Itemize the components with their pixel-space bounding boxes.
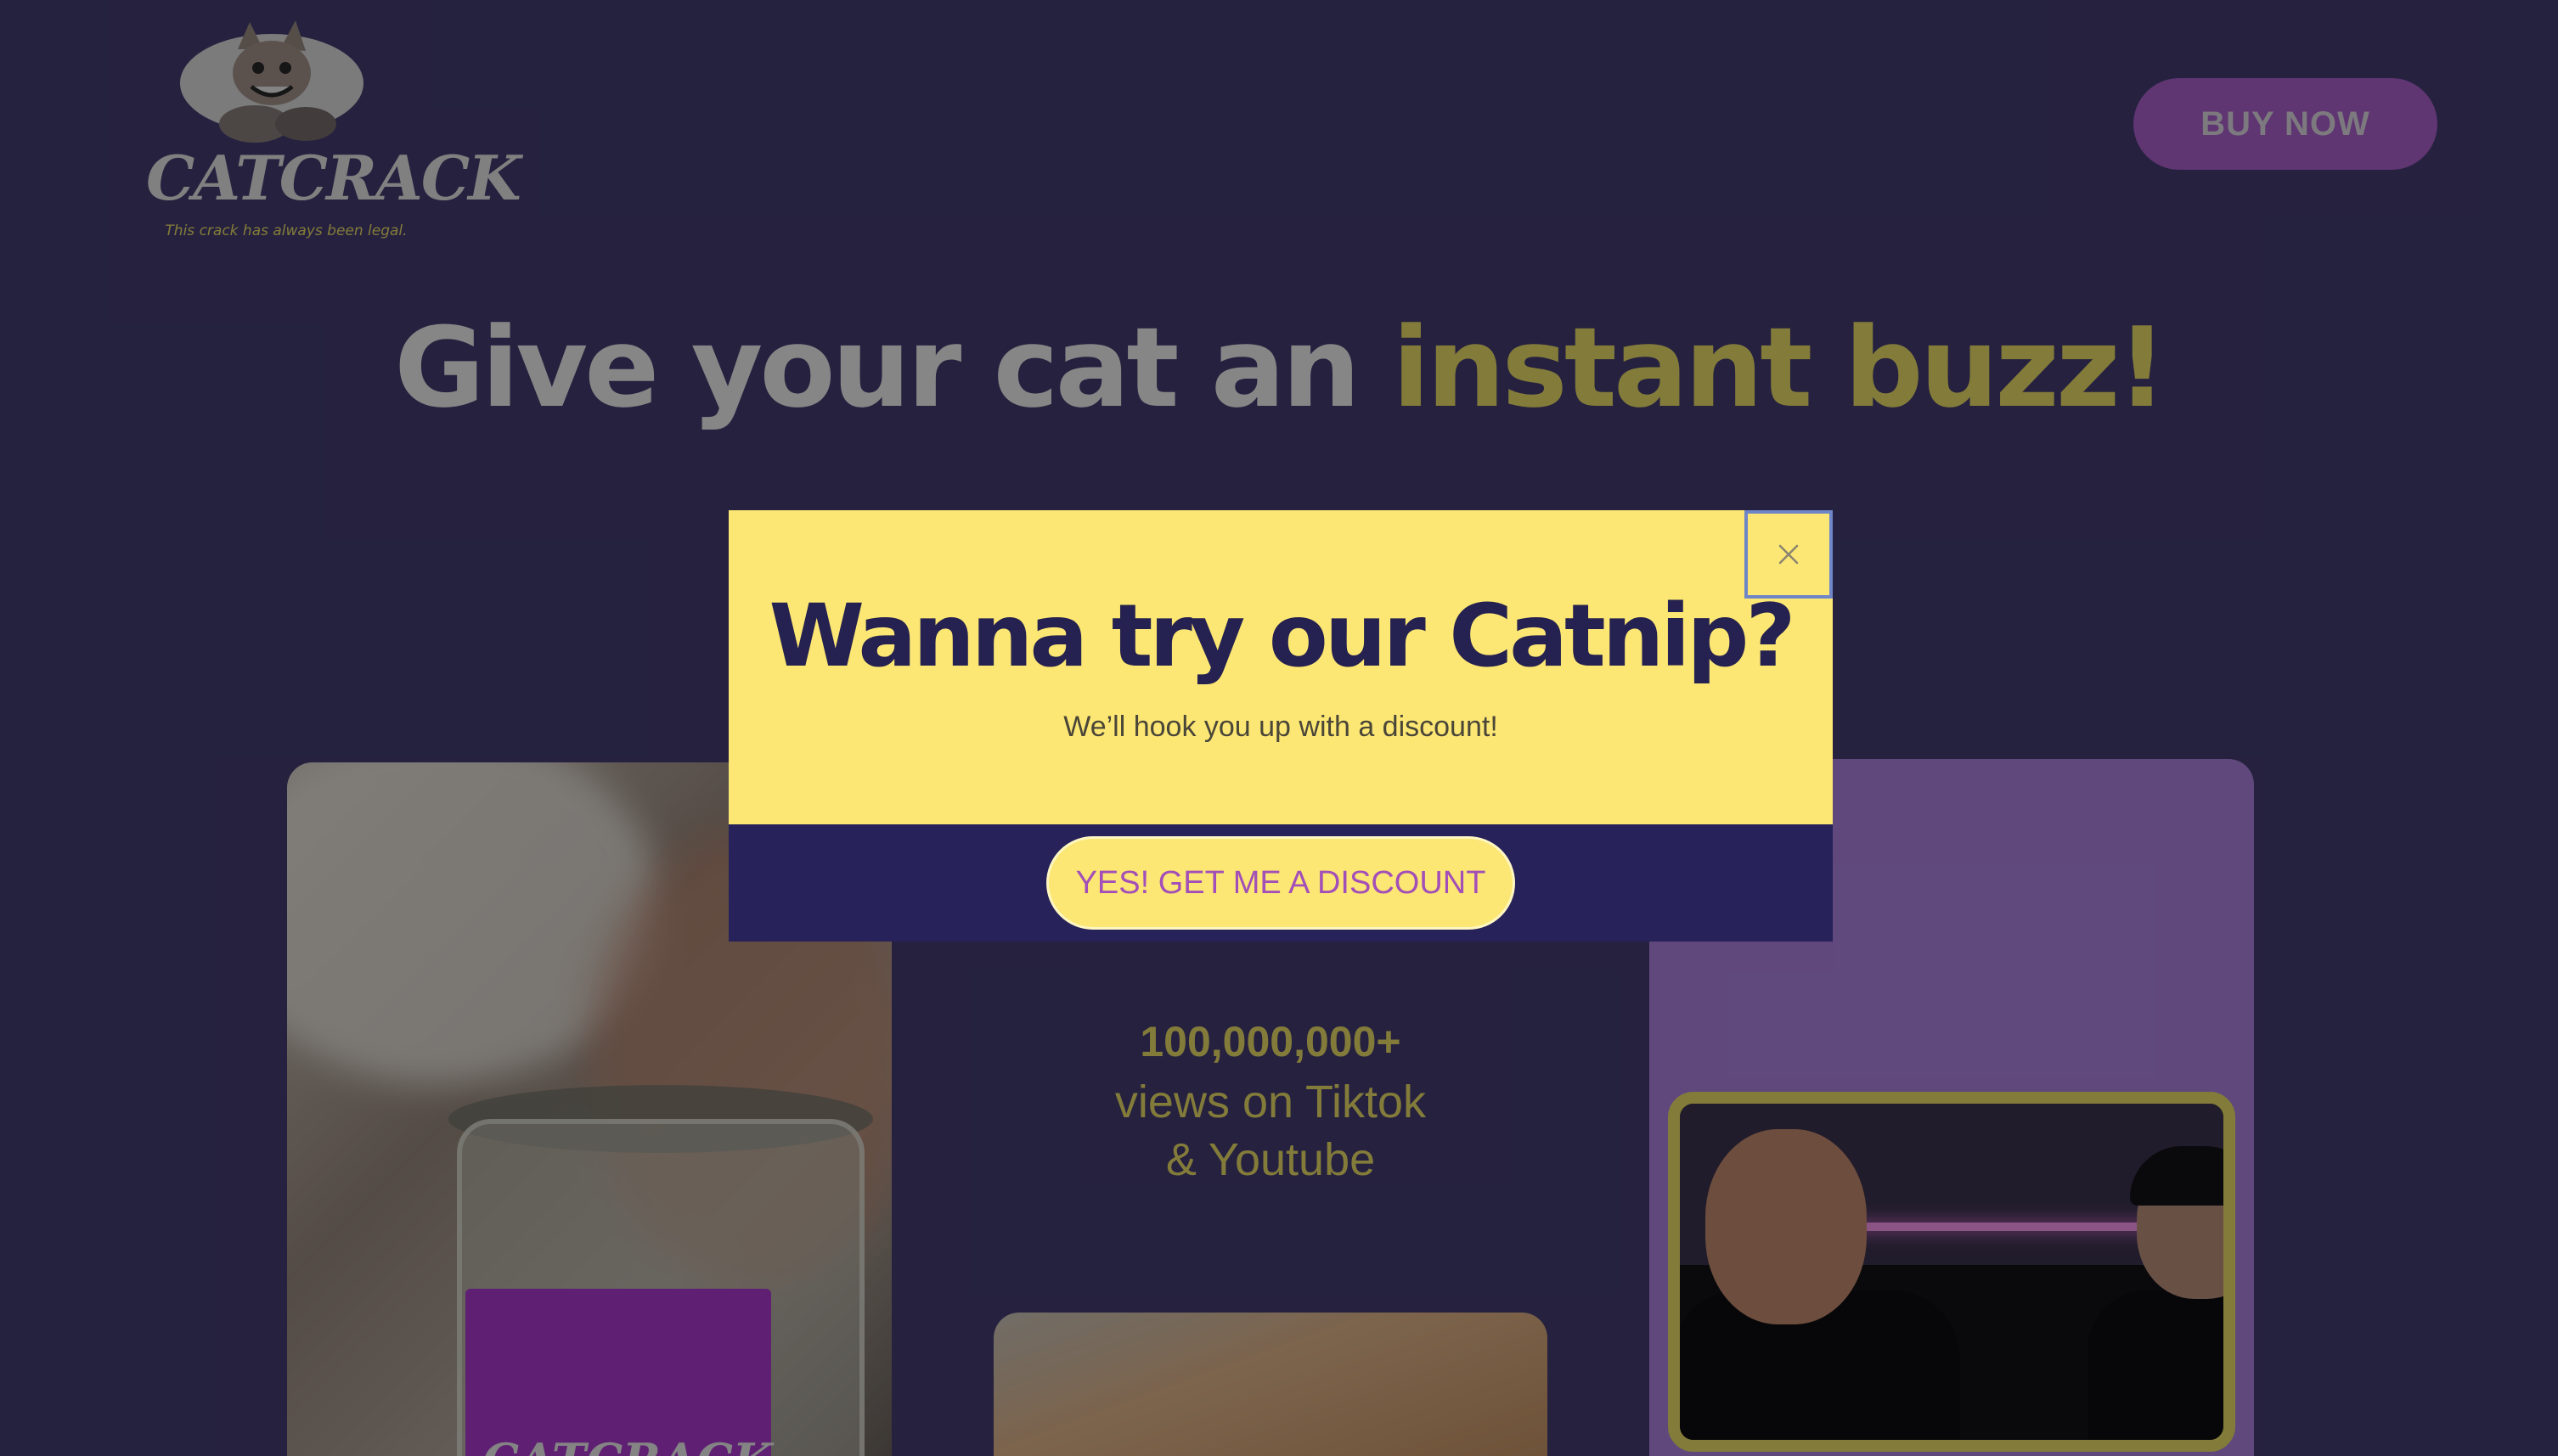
close-icon: [1778, 544, 1799, 565]
modal-title: Wanna try our Catnip?: [769, 586, 1795, 687]
modal-close-button[interactable]: [1744, 510, 1833, 599]
get-discount-button[interactable]: YES! GET ME A DISCOUNT: [1046, 836, 1515, 930]
discount-modal: Wanna try our Catnip? We’ll hook you up …: [729, 510, 1833, 942]
modal-subtitle: We’ll hook you up with a discount!: [1063, 711, 1498, 743]
page: CATCRACK This crack has always been lega…: [0, 0, 2558, 1456]
